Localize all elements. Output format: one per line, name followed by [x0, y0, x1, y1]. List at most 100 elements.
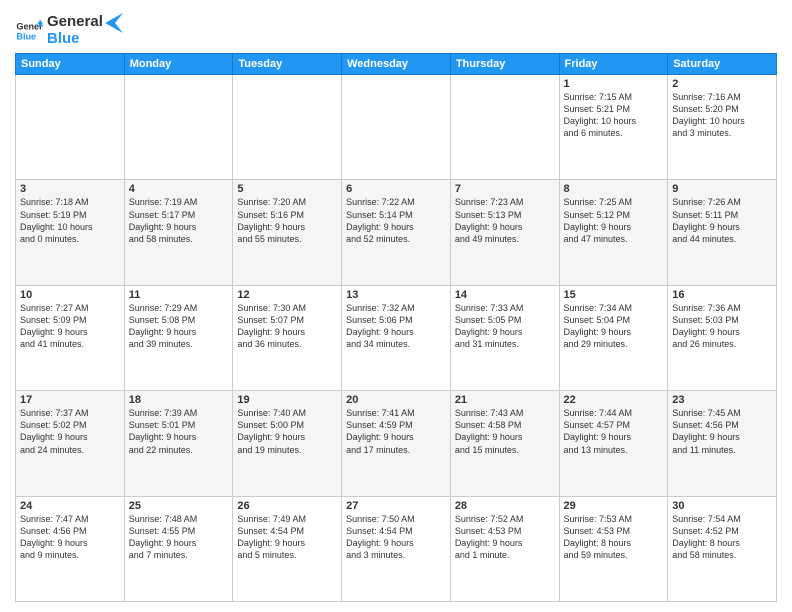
calendar-week-1: 3Sunrise: 7:18 AM Sunset: 5:19 PM Daylig…	[16, 180, 777, 285]
day-number: 18	[129, 394, 229, 406]
day-info: Sunrise: 7:53 AM Sunset: 4:53 PM Dayligh…	[564, 513, 664, 562]
calendar-cell-2-0: 10Sunrise: 7:27 AM Sunset: 5:09 PM Dayli…	[16, 285, 125, 390]
day-number: 27	[346, 500, 446, 512]
calendar-cell-1-5: 8Sunrise: 7:25 AM Sunset: 5:12 PM Daylig…	[559, 180, 668, 285]
day-number: 15	[564, 289, 664, 301]
day-number: 28	[455, 500, 555, 512]
day-info: Sunrise: 7:23 AM Sunset: 5:13 PM Dayligh…	[455, 196, 555, 245]
day-number: 13	[346, 289, 446, 301]
calendar-table: SundayMondayTuesdayWednesdayThursdayFrid…	[15, 53, 777, 602]
calendar-header-row: SundayMondayTuesdayWednesdayThursdayFrid…	[16, 54, 777, 75]
day-info: Sunrise: 7:54 AM Sunset: 4:52 PM Dayligh…	[672, 513, 772, 562]
day-info: Sunrise: 7:40 AM Sunset: 5:00 PM Dayligh…	[237, 407, 337, 456]
day-info: Sunrise: 7:41 AM Sunset: 4:59 PM Dayligh…	[346, 407, 446, 456]
day-number: 6	[346, 183, 446, 195]
calendar-cell-1-3: 6Sunrise: 7:22 AM Sunset: 5:14 PM Daylig…	[342, 180, 451, 285]
calendar-week-2: 10Sunrise: 7:27 AM Sunset: 5:09 PM Dayli…	[16, 285, 777, 390]
calendar-week-4: 24Sunrise: 7:47 AM Sunset: 4:56 PM Dayli…	[16, 496, 777, 601]
day-info: Sunrise: 7:26 AM Sunset: 5:11 PM Dayligh…	[672, 196, 772, 245]
calendar-cell-3-0: 17Sunrise: 7:37 AM Sunset: 5:02 PM Dayli…	[16, 391, 125, 496]
calendar-cell-1-4: 7Sunrise: 7:23 AM Sunset: 5:13 PM Daylig…	[450, 180, 559, 285]
calendar-week-0: 1Sunrise: 7:15 AM Sunset: 5:21 PM Daylig…	[16, 75, 777, 180]
calendar-week-3: 17Sunrise: 7:37 AM Sunset: 5:02 PM Dayli…	[16, 391, 777, 496]
day-info: Sunrise: 7:36 AM Sunset: 5:03 PM Dayligh…	[672, 302, 772, 351]
day-info: Sunrise: 7:47 AM Sunset: 4:56 PM Dayligh…	[20, 513, 120, 562]
day-info: Sunrise: 7:39 AM Sunset: 5:01 PM Dayligh…	[129, 407, 229, 456]
header: General Blue General Blue	[15, 10, 777, 47]
day-info: Sunrise: 7:50 AM Sunset: 4:54 PM Dayligh…	[346, 513, 446, 562]
day-number: 19	[237, 394, 337, 406]
day-info: Sunrise: 7:44 AM Sunset: 4:57 PM Dayligh…	[564, 407, 664, 456]
logo-text-line2: Blue	[47, 31, 103, 48]
day-info: Sunrise: 7:22 AM Sunset: 5:14 PM Dayligh…	[346, 196, 446, 245]
day-number: 24	[20, 500, 120, 512]
calendar-cell-4-4: 28Sunrise: 7:52 AM Sunset: 4:53 PM Dayli…	[450, 496, 559, 601]
calendar-cell-1-1: 4Sunrise: 7:19 AM Sunset: 5:17 PM Daylig…	[124, 180, 233, 285]
day-info: Sunrise: 7:29 AM Sunset: 5:08 PM Dayligh…	[129, 302, 229, 351]
calendar-cell-0-5: 1Sunrise: 7:15 AM Sunset: 5:21 PM Daylig…	[559, 75, 668, 180]
calendar-cell-3-6: 23Sunrise: 7:45 AM Sunset: 4:56 PM Dayli…	[668, 391, 777, 496]
header-thursday: Thursday	[450, 54, 559, 75]
day-info: Sunrise: 7:33 AM Sunset: 5:05 PM Dayligh…	[455, 302, 555, 351]
day-number: 12	[237, 289, 337, 301]
day-number: 26	[237, 500, 337, 512]
calendar-cell-2-3: 13Sunrise: 7:32 AM Sunset: 5:06 PM Dayli…	[342, 285, 451, 390]
header-wednesday: Wednesday	[342, 54, 451, 75]
calendar-cell-4-5: 29Sunrise: 7:53 AM Sunset: 4:53 PM Dayli…	[559, 496, 668, 601]
day-info: Sunrise: 7:43 AM Sunset: 4:58 PM Dayligh…	[455, 407, 555, 456]
day-number: 29	[564, 500, 664, 512]
day-number: 20	[346, 394, 446, 406]
calendar-cell-4-3: 27Sunrise: 7:50 AM Sunset: 4:54 PM Dayli…	[342, 496, 451, 601]
day-number: 11	[129, 289, 229, 301]
day-number: 23	[672, 394, 772, 406]
logo-icon: General Blue	[15, 17, 43, 45]
day-number: 14	[455, 289, 555, 301]
calendar-cell-4-0: 24Sunrise: 7:47 AM Sunset: 4:56 PM Dayli…	[16, 496, 125, 601]
day-number: 16	[672, 289, 772, 301]
calendar-cell-0-6: 2Sunrise: 7:16 AM Sunset: 5:20 PM Daylig…	[668, 75, 777, 180]
calendar-cell-0-3	[342, 75, 451, 180]
day-number: 17	[20, 394, 120, 406]
day-info: Sunrise: 7:49 AM Sunset: 4:54 PM Dayligh…	[237, 513, 337, 562]
calendar-cell-4-2: 26Sunrise: 7:49 AM Sunset: 4:54 PM Dayli…	[233, 496, 342, 601]
day-info: Sunrise: 7:52 AM Sunset: 4:53 PM Dayligh…	[455, 513, 555, 562]
calendar-cell-0-1	[124, 75, 233, 180]
calendar-cell-2-1: 11Sunrise: 7:29 AM Sunset: 5:08 PM Dayli…	[124, 285, 233, 390]
calendar-cell-4-1: 25Sunrise: 7:48 AM Sunset: 4:55 PM Dayli…	[124, 496, 233, 601]
header-friday: Friday	[559, 54, 668, 75]
day-number: 10	[20, 289, 120, 301]
calendar-cell-0-0	[16, 75, 125, 180]
calendar-page: General Blue General Blue SundayMondayTu…	[0, 0, 792, 612]
header-sunday: Sunday	[16, 54, 125, 75]
calendar-cell-2-2: 12Sunrise: 7:30 AM Sunset: 5:07 PM Dayli…	[233, 285, 342, 390]
day-info: Sunrise: 7:48 AM Sunset: 4:55 PM Dayligh…	[129, 513, 229, 562]
day-number: 4	[129, 183, 229, 195]
day-info: Sunrise: 7:25 AM Sunset: 5:12 PM Dayligh…	[564, 196, 664, 245]
calendar-cell-3-4: 21Sunrise: 7:43 AM Sunset: 4:58 PM Dayli…	[450, 391, 559, 496]
day-info: Sunrise: 7:18 AM Sunset: 5:19 PM Dayligh…	[20, 196, 120, 245]
day-number: 7	[455, 183, 555, 195]
day-number: 8	[564, 183, 664, 195]
logo-text-line1: General	[47, 14, 103, 31]
day-info: Sunrise: 7:34 AM Sunset: 5:04 PM Dayligh…	[564, 302, 664, 351]
header-tuesday: Tuesday	[233, 54, 342, 75]
calendar-cell-1-0: 3Sunrise: 7:18 AM Sunset: 5:19 PM Daylig…	[16, 180, 125, 285]
day-number: 30	[672, 500, 772, 512]
header-monday: Monday	[124, 54, 233, 75]
day-number: 1	[564, 78, 664, 90]
calendar-cell-1-2: 5Sunrise: 7:20 AM Sunset: 5:16 PM Daylig…	[233, 180, 342, 285]
header-saturday: Saturday	[668, 54, 777, 75]
day-number: 5	[237, 183, 337, 195]
calendar-cell-3-1: 18Sunrise: 7:39 AM Sunset: 5:01 PM Dayli…	[124, 391, 233, 496]
day-info: Sunrise: 7:19 AM Sunset: 5:17 PM Dayligh…	[129, 196, 229, 245]
calendar-cell-0-4	[450, 75, 559, 180]
calendar-cell-1-6: 9Sunrise: 7:26 AM Sunset: 5:11 PM Daylig…	[668, 180, 777, 285]
day-number: 22	[564, 394, 664, 406]
day-info: Sunrise: 7:30 AM Sunset: 5:07 PM Dayligh…	[237, 302, 337, 351]
day-info: Sunrise: 7:16 AM Sunset: 5:20 PM Dayligh…	[672, 91, 772, 140]
day-number: 25	[129, 500, 229, 512]
calendar-cell-3-2: 19Sunrise: 7:40 AM Sunset: 5:00 PM Dayli…	[233, 391, 342, 496]
day-info: Sunrise: 7:32 AM Sunset: 5:06 PM Dayligh…	[346, 302, 446, 351]
logo: General Blue General Blue	[15, 14, 123, 47]
calendar-cell-0-2	[233, 75, 342, 180]
